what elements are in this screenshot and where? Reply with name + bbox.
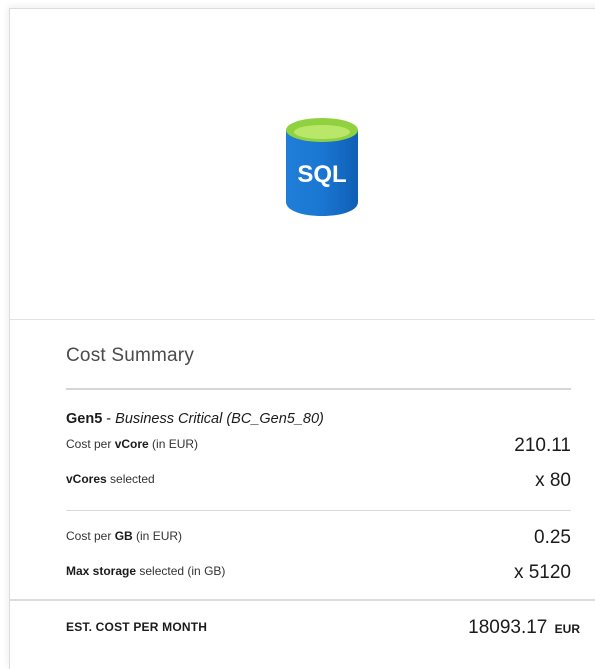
- vcores-selected-row: vCores selected x 80: [66, 470, 571, 496]
- cost-per-gb-value: 0.25: [534, 527, 571, 548]
- total-divider: [10, 599, 595, 601]
- summary-divider: [66, 388, 571, 390]
- est-cost-amount: 18093.17: [468, 617, 548, 638]
- summary-title: Cost Summary: [66, 345, 195, 366]
- cost-per-vcore-value: 210.11: [514, 435, 571, 456]
- cost-per-gb-label: Cost per GB (in EUR): [66, 529, 183, 543]
- cost-per-gb-row: Cost per GB (in EUR) 0.25: [66, 527, 571, 553]
- vcores-selected-value: x 80: [535, 470, 571, 491]
- tier-separator: -: [102, 411, 116, 427]
- sql-icon-label: SQL: [297, 161, 346, 188]
- cost-per-vcore-row: Cost per vCore (in EUR) 210.11: [66, 435, 571, 461]
- product-hero: SQL: [10, 9, 595, 320]
- tier-generation: Gen5: [66, 411, 103, 427]
- max-storage-row: Max storage selected (in GB) x 5120: [66, 562, 571, 588]
- est-cost-currency: EUR: [554, 622, 580, 636]
- cost-per-vcore-label: Cost per vCore (in EUR): [66, 437, 199, 451]
- est-cost-value: 18093.17 EUR: [468, 617, 580, 639]
- row-divider: [66, 510, 571, 511]
- cost-summary-panel: SQL Cost Summary Gen5 - Business Critica…: [9, 8, 595, 669]
- vcores-selected-label: vCores selected: [66, 472, 155, 486]
- max-storage-label: Max storage selected (in GB): [66, 564, 226, 578]
- est-cost-label: EST. COST PER MONTH: [66, 620, 208, 634]
- sql-database-icon: SQL: [286, 118, 358, 216]
- max-storage-value: x 5120: [513, 562, 571, 583]
- tier-sku: Business Critical (BC_Gen5_80): [115, 411, 324, 427]
- service-tier: Gen5 - Business Critical (BC_Gen5_80): [66, 411, 324, 427]
